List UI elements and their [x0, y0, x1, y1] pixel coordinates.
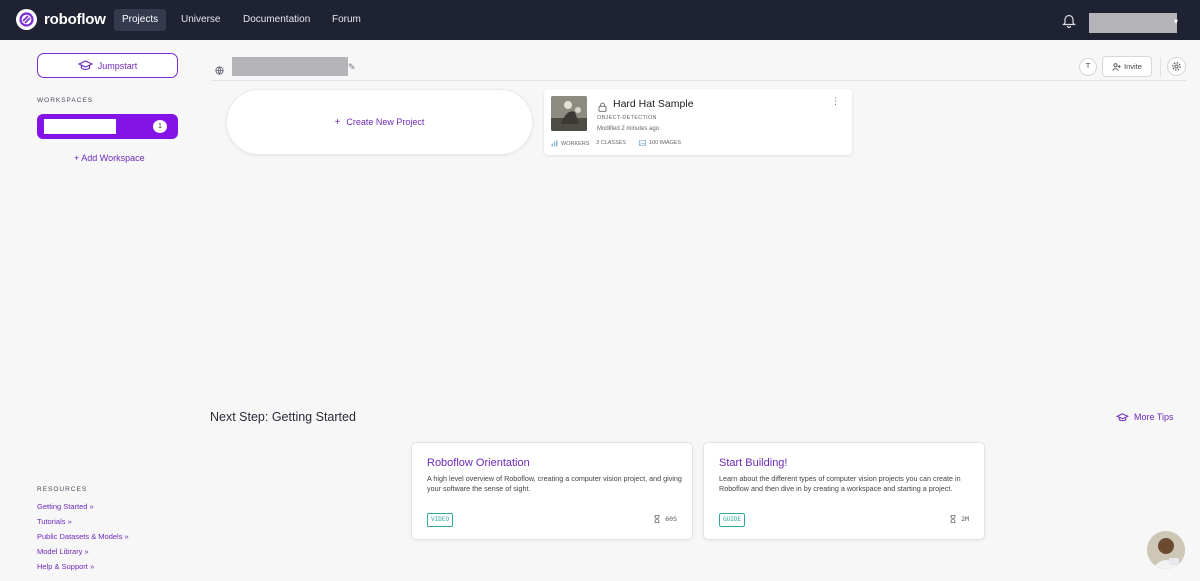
tip-description: A high level overview of Roboflow, creat…: [427, 474, 682, 493]
edit-pencil-icon[interactable]: ✎: [348, 62, 356, 73]
plus-icon: +: [334, 116, 341, 128]
annotation-group: WORKERS: [551, 140, 589, 147]
gear-icon: [1172, 62, 1181, 71]
resource-model-library[interactable]: Model Library »: [37, 547, 89, 556]
tip-tag-badge: VIDEO: [427, 513, 454, 527]
more-tips-label: More Tips: [1134, 412, 1174, 422]
resource-help-support[interactable]: Help & Support »: [37, 562, 94, 571]
resource-getting-started[interactable]: Getting Started »: [37, 502, 94, 511]
chevron-down-icon: ▾: [1173, 17, 1178, 26]
project-type: OBJECT-DETECTION: [597, 115, 657, 121]
invite-button[interactable]: Invite: [1102, 56, 1152, 77]
graduation-cap-icon: [1116, 412, 1129, 421]
tip-description: Learn about the different types of compu…: [719, 474, 961, 493]
image-count: 100 IMAGES: [639, 140, 681, 146]
add-workspace-link[interactable]: + Add Workspace: [74, 153, 145, 163]
workspace-item[interactable]: 1: [37, 114, 178, 139]
more-tips-link[interactable]: More Tips: [1116, 412, 1174, 422]
settings-button[interactable]: [1167, 57, 1186, 76]
jumpstart-label: Jumpstart: [97, 60, 138, 71]
nav-projects[interactable]: Projects: [114, 9, 167, 31]
jumpstart-button[interactable]: Jumpstart: [37, 53, 178, 78]
tip-card-orientation[interactable]: Roboflow Orientation A high level overvi…: [411, 442, 693, 540]
header-divider: [211, 80, 1186, 81]
invite-label: Invite: [1124, 62, 1142, 71]
roboflow-logo-icon: [16, 9, 37, 30]
add-user-icon: [1112, 62, 1121, 71]
getting-started-title: Next Step: Getting Started: [210, 410, 356, 424]
tip-duration-label: 2M: [961, 515, 969, 523]
class-count: 3 CLASSES: [596, 140, 626, 146]
bar-chart-icon: [551, 140, 558, 147]
create-project-label: Create New Project: [346, 117, 425, 127]
project-thumbnail: [551, 96, 587, 131]
project-modified: Modified 2 minutes ago: [597, 126, 660, 132]
tip-tag-badge: GUIDE: [719, 513, 746, 527]
header-separator: [1160, 58, 1161, 76]
workspace-name-redacted: [44, 119, 116, 134]
resource-public-datasets[interactable]: Public Datasets & Models »: [37, 532, 129, 541]
resources-heading: RESOURCES: [37, 486, 88, 493]
image-icon: [639, 140, 646, 146]
workspace-title-redacted: [232, 57, 348, 76]
support-chat-avatar[interactable]: [1147, 531, 1185, 569]
tip-title[interactable]: Roboflow Orientation: [427, 457, 530, 469]
tip-duration-label: 60S: [665, 515, 677, 523]
tip-duration: 2M: [950, 515, 969, 523]
globe-icon: [215, 62, 224, 80]
top-nav: roboflow Projects Universe Documentation…: [0, 0, 1200, 40]
brand-name: roboflow: [44, 11, 106, 28]
user-menu[interactable]: ▾: [1089, 13, 1178, 33]
nav-documentation[interactable]: Documentation: [235, 9, 318, 31]
create-project-button[interactable]: + Create New Project: [226, 89, 533, 155]
notifications-bell-icon[interactable]: [1062, 13, 1076, 33]
workspace-count-badge: 1: [153, 120, 167, 133]
workspaces-heading: WORKSPACES: [37, 97, 94, 104]
project-card[interactable]: Hard Hat Sample OBJECT-DETECTION Modifie…: [544, 89, 852, 155]
tip-card-start-building[interactable]: Start Building! Learn about the differen…: [703, 442, 985, 540]
tip-title[interactable]: Start Building!: [719, 457, 787, 469]
image-count-label: 100 IMAGES: [649, 140, 682, 146]
brand-logo[interactable]: roboflow: [16, 9, 106, 30]
graduation-cap-icon: [77, 60, 93, 70]
resource-tutorials[interactable]: Tutorials »: [37, 517, 72, 526]
nav-universe[interactable]: Universe: [173, 9, 228, 31]
member-avatar[interactable]: T: [1079, 58, 1097, 76]
project-title[interactable]: Hard Hat Sample: [613, 98, 694, 110]
tip-duration: 60S: [654, 515, 677, 523]
hourglass-icon: [950, 515, 956, 523]
hourglass-icon: [654, 515, 660, 523]
nav-forum[interactable]: Forum: [324, 9, 369, 31]
annotation-group-label: WORKERS: [561, 140, 590, 147]
more-options-icon[interactable]: ⋮: [831, 97, 840, 106]
